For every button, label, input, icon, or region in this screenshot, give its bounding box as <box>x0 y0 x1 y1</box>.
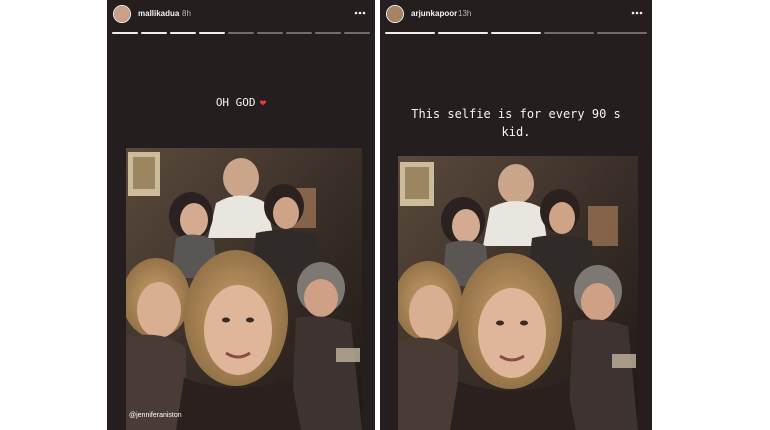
avatar[interactable] <box>113 5 131 23</box>
timestamp: 13h <box>458 9 472 18</box>
selfie-photo <box>398 156 638 430</box>
story-progress-bar <box>112 32 370 34</box>
story-header: arjunkapoor 13h <box>384 4 646 26</box>
progress-segment <box>141 32 167 34</box>
progress-segment <box>315 32 341 34</box>
story-progress-bar <box>385 32 647 34</box>
progress-segment <box>438 32 488 34</box>
mention-tag[interactable]: @jenniferaniston <box>129 412 182 419</box>
story-caption: This selfie is for every 90 s kid. <box>411 107 621 139</box>
story-right[interactable]: arjunkapoor 13h This selfie is for every… <box>380 0 652 430</box>
progress-segment <box>597 32 647 34</box>
story-caption: OH GOD ❤ <box>107 96 375 109</box>
story-left[interactable]: mallikadua 8h OH GOD ❤ @jenniferaniston <box>107 0 375 430</box>
more-options-icon[interactable] <box>630 7 644 19</box>
selfie-photo <box>126 148 362 430</box>
progress-segment <box>491 32 541 34</box>
progress-segment <box>286 32 312 34</box>
progress-segment <box>385 32 435 34</box>
progress-segment <box>170 32 196 34</box>
username[interactable]: mallikadua <box>138 9 179 18</box>
progress-segment <box>257 32 283 34</box>
progress-segment <box>112 32 138 34</box>
username[interactable]: arjunkapoor <box>411 9 457 18</box>
more-options-icon[interactable] <box>353 7 367 19</box>
heart-emoji: ❤ <box>259 96 267 109</box>
story-header: mallikadua 8h <box>111 4 369 26</box>
progress-segment <box>544 32 594 34</box>
avatar[interactable] <box>386 5 404 23</box>
progress-segment <box>228 32 254 34</box>
timestamp: 8h <box>182 9 191 18</box>
caption-text: OH GOD <box>215 96 256 109</box>
progress-segment <box>199 32 225 34</box>
progress-segment <box>344 32 370 34</box>
